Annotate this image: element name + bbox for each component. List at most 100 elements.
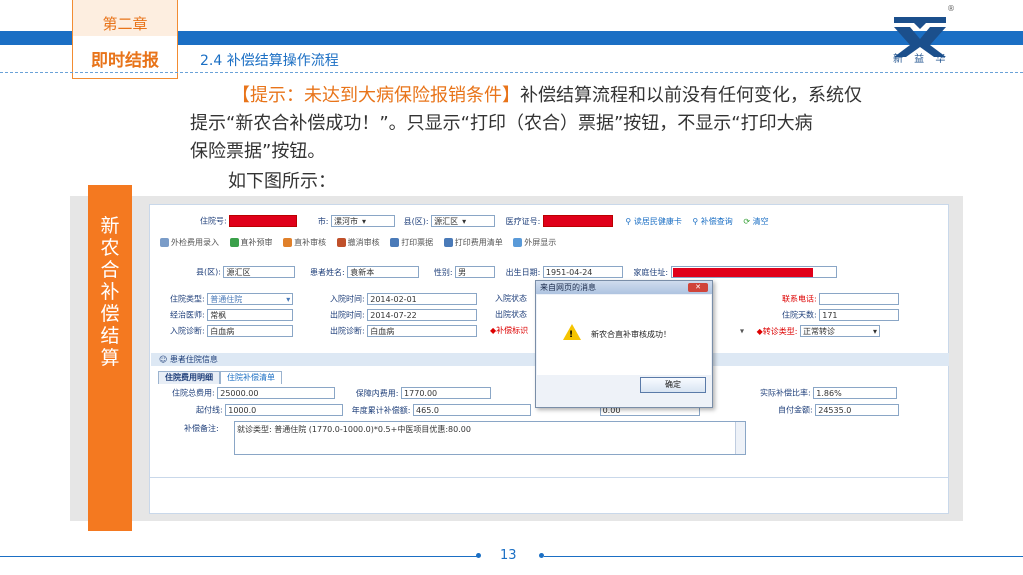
transfer-label: ◆转诊类型:: [756, 326, 798, 336]
dialog-title-bar: 来自网页的消息 ✕: [536, 281, 712, 294]
phone-field[interactable]: [819, 293, 900, 305]
admission-type-label: 住院类型:: [170, 294, 205, 304]
admit-time-field[interactable]: 2014-02-01: [367, 293, 478, 305]
search-row: 住院号: 市: 漯河市 ▾ 县(区): 源汇区 ▾ 医疗证号: ⚲ 读居民健康卡 ⚲…: [200, 215, 769, 227]
doctor-label: 经治医师:: [170, 310, 205, 320]
tip-bracket-open: 【: [232, 85, 250, 106]
paragraph-line-3: 保险票据”按钮。: [190, 141, 326, 162]
header-divider: [0, 72, 1023, 73]
city-select[interactable]: 漯河市 ▾: [331, 215, 396, 227]
medical-id-input[interactable]: [542, 215, 613, 227]
tab-strip: 住院费用明细 住院补偿清单: [158, 371, 282, 384]
toolbar-item[interactable]: 打印费用清单: [443, 237, 503, 248]
section-title: 2.4 补偿结算操作流程: [200, 53, 339, 69]
start-field[interactable]: 1000.0: [225, 404, 344, 416]
chevron-down-icon: ▾: [872, 327, 877, 336]
clear-link[interactable]: ⟳ 清空: [743, 217, 768, 226]
address-field[interactable]: [670, 266, 837, 278]
tab-compensation-list[interactable]: 住院补偿清单: [220, 371, 282, 384]
transfer-select[interactable]: 正常转诊 ▾: [799, 325, 880, 337]
paragraph-line-2: 提示“新农合补偿成功！”。只显示“打印（农合）票据”按钮，不显示“打印大病: [190, 113, 813, 134]
county-label: 县(区):: [196, 267, 221, 277]
ratio-field[interactable]: 1.86%: [813, 387, 898, 399]
days-field[interactable]: 171: [819, 309, 900, 321]
scrollbar[interactable]: [735, 422, 745, 454]
discharge-diagnosis-field[interactable]: 白血病: [367, 325, 478, 337]
discharge-diagnosis-row: 出院诊断: 白血病: [330, 325, 478, 337]
admission-type-select[interactable]: 普通住院 ▾: [207, 293, 294, 305]
county-field[interactable]: 源汇区: [223, 266, 296, 278]
dialog-message: 新农合直补审核成功！: [591, 330, 671, 339]
ratio-label: 实际补偿比率:: [760, 388, 811, 398]
toolbar-item[interactable]: 打印票据: [390, 237, 433, 248]
protect-field[interactable]: 1770.00: [401, 387, 492, 399]
note-text: 就诊类型: 普通住院 (1770.0-1000.0)*0.5+中医项目优惠:80…: [237, 425, 471, 434]
sex-field[interactable]: 男: [455, 266, 496, 278]
note-textarea[interactable]: 就诊类型: 普通住院 (1770.0-1000.0)*0.5+中医项目优惠:80…: [234, 421, 746, 455]
birth-field[interactable]: 1951-04-24: [542, 266, 623, 278]
zhuyuanhao-label: 住院号:: [200, 216, 227, 226]
monitor-icon: [513, 238, 523, 247]
header-bar-right: [957, 31, 1023, 45]
toolbar-item[interactable]: 直补审核: [283, 237, 326, 248]
content-divider: [150, 477, 948, 478]
admission-type-row: 住院类型: 普通住院 ▾: [170, 293, 294, 305]
footer-dot-left: [476, 553, 481, 558]
toolbar-item[interactable]: 直补预审: [229, 237, 273, 248]
city-label: 市:: [317, 216, 329, 226]
query-link[interactable]: ⚲ 补偿查询: [692, 217, 732, 226]
logo-text: 新 益 华: [893, 54, 950, 65]
discharge-status-label: 出院状态: [495, 310, 527, 319]
printer-icon: [390, 238, 400, 247]
admission-diagnosis-label: 入院诊断:: [170, 326, 205, 336]
county-select[interactable]: 源汇区 ▾: [431, 215, 496, 227]
warning-mark: !: [569, 330, 574, 340]
self-pay-field[interactable]: 24535.0: [815, 404, 900, 416]
footer-line-right: [544, 556, 1023, 557]
redaction-mark: [672, 268, 813, 277]
discharge-time-row: 出院时间: 2014-07-22: [330, 309, 478, 321]
tab-fee-detail[interactable]: 住院费用明细: [158, 371, 220, 384]
patient-name-label: 患者姓名:: [310, 267, 345, 277]
close-icon[interactable]: ✕: [688, 283, 708, 292]
days-row: 住院天数: 171: [782, 309, 900, 321]
toolbar-item[interactable]: 撤消审核: [336, 237, 380, 248]
start-label: 起付线:: [196, 405, 223, 415]
discharge-time-field[interactable]: 2014-07-22: [367, 309, 478, 321]
toolbar-item[interactable]: 外屏显示: [513, 237, 556, 248]
self-pay-label: 自付金额:: [778, 405, 813, 415]
transfer-row: ▾ ◆转诊类型: 正常转诊 ▾: [740, 325, 880, 337]
footer-line-left: [0, 556, 478, 557]
admit-time-row: 入院时间: 2014-02-01: [330, 293, 478, 305]
total-field[interactable]: 25000.00: [217, 387, 336, 399]
self-pay-row: 自付金额: 24535.0: [778, 404, 900, 416]
doctor-row: 经治医师: 常枫: [170, 309, 294, 321]
user-cancel-icon: [336, 238, 346, 247]
annual-label: 年度累计补偿额:: [351, 405, 411, 415]
total-row: 住院总费用: 25000.00 保障内费用: 1770.00: [172, 387, 492, 399]
note-label: 补偿备注:: [184, 424, 219, 433]
printer-icon: [443, 238, 453, 247]
patient-name-field[interactable]: 袁新本: [347, 266, 420, 278]
annual-field[interactable]: 465.0: [413, 404, 532, 416]
side-tab: 新农合补偿结算: [88, 185, 132, 531]
admission-diagnosis-row: 入院诊断: 白血病: [170, 325, 294, 337]
patient-row: 县(区): 源汇区 患者姓名: 袁新本 性别: 男 出生日期: 1951-04-…: [196, 266, 837, 278]
chevron-down-icon[interactable]: ▾: [740, 327, 744, 336]
user-check-icon: [229, 238, 239, 247]
paragraph-line-1: 【提示：未达到大病保险报销条件】补偿结算流程和以前没有任何变化，系统仅: [190, 82, 920, 110]
zhuyuanhao-input[interactable]: [229, 215, 298, 227]
protect-label: 保障内费用:: [355, 388, 399, 398]
doctor-field[interactable]: 常枫: [207, 309, 294, 321]
toolbar-item[interactable]: 外检费用录入: [160, 237, 219, 248]
user-icon: [283, 238, 293, 247]
chevron-down-icon: ▾: [286, 295, 291, 304]
sex-label: 性别:: [433, 267, 453, 277]
admission-diagnosis-field[interactable]: 白血病: [207, 325, 294, 337]
total-label: 住院总费用:: [172, 388, 215, 398]
read-card-link[interactable]: ⚲ 读居民健康卡: [625, 217, 681, 226]
days-label: 住院天数:: [782, 310, 817, 320]
ok-button[interactable]: 确定: [640, 377, 706, 393]
patient-icon: ☺: [159, 355, 170, 364]
tip-bracket-close: 】: [502, 85, 520, 106]
